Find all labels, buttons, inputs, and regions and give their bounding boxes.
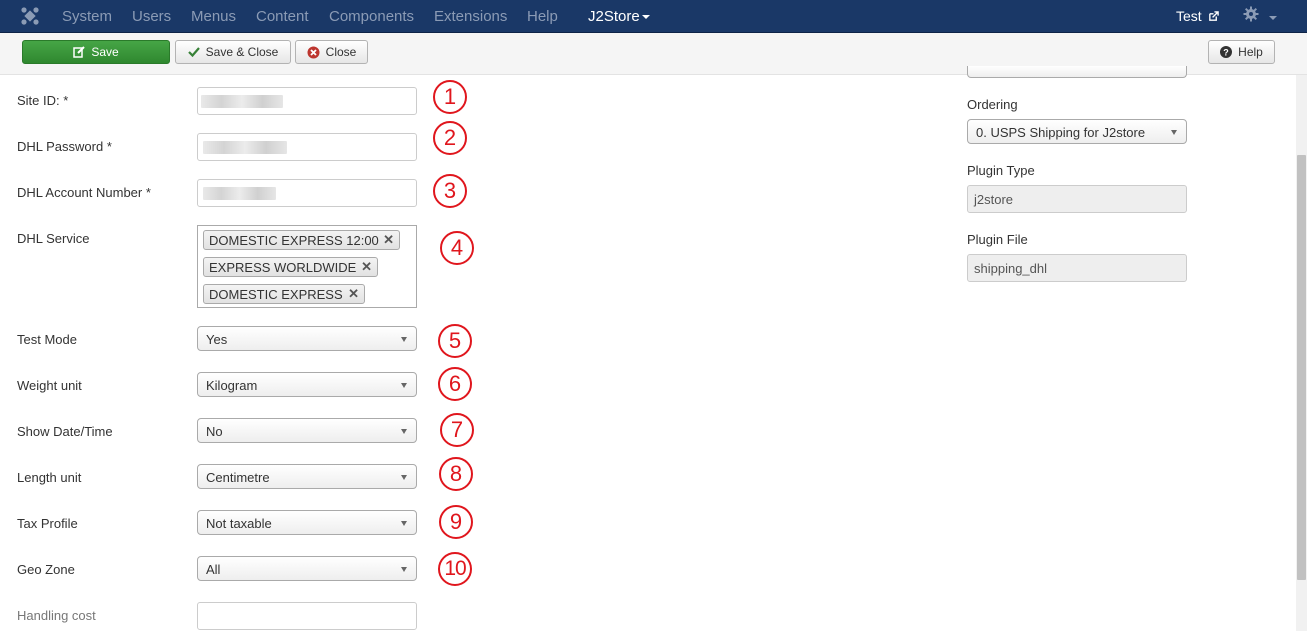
callout-badge: 3 <box>433 174 467 208</box>
scrollbar-thumb[interactable] <box>1297 155 1306 580</box>
select-value: Centimetre <box>206 470 270 485</box>
save-button[interactable]: Save <box>22 40 170 64</box>
plugin-file-field: shipping_dhl <box>967 254 1187 282</box>
status-select-partial[interactable] <box>967 66 1187 78</box>
redacted-value <box>201 95 283 108</box>
close-label: Close <box>325 45 357 59</box>
cancel-icon <box>307 46 320 58</box>
site-id-input[interactable] <box>197 87 417 115</box>
dhl-password-input[interactable] <box>197 133 417 161</box>
chevron-down-icon <box>401 429 407 434</box>
service-chip-label: DOMESTIC EXPRESS 12:00 <box>209 233 379 248</box>
nav-components[interactable]: Components <box>329 8 414 25</box>
nav-help[interactable]: Help <box>527 8 558 25</box>
chevron-down-icon <box>401 337 407 342</box>
chevron-down-icon <box>1171 130 1177 135</box>
length-unit-label: Length unit <box>17 470 82 485</box>
dhl-service-multiselect[interactable]: DOMESTIC EXPRESS 12:00 ✕ EXPRESS WORLDWID… <box>197 225 417 308</box>
tax-profile-select[interactable]: Not taxable <box>197 510 417 535</box>
callout-badge: 7 <box>440 413 474 447</box>
remove-icon[interactable]: ✕ <box>383 232 394 248</box>
weight-unit-label: Weight unit <box>17 378 82 393</box>
geo-zone-select[interactable]: All <box>197 556 417 581</box>
plugin-file-label: Plugin File <box>967 232 1028 247</box>
select-value: Yes <box>206 332 228 347</box>
help-button[interactable]: ? Help <box>1208 40 1275 64</box>
chevron-down-icon <box>401 567 407 572</box>
question-icon: ? <box>1220 46 1233 58</box>
nav-system[interactable]: System <box>62 8 112 25</box>
callout-badge: 10 <box>438 552 472 586</box>
caret-down-icon <box>641 15 650 20</box>
plugin-type-label: Plugin Type <box>967 163 1035 178</box>
dhl-account-label: DHL Account Number * <box>17 185 151 200</box>
test-mode-select[interactable]: Yes <box>197 326 417 351</box>
nav-j2store-label: J2Store <box>588 8 640 25</box>
dhl-password-label: DHL Password * <box>17 139 112 154</box>
select-value: No <box>206 424 223 439</box>
callout-badge: 8 <box>439 457 473 491</box>
remove-icon[interactable]: ✕ <box>361 259 372 275</box>
nav-user-test[interactable]: Test <box>1176 8 1219 24</box>
select-value: All <box>206 562 221 577</box>
tax-profile-label: Tax Profile <box>17 516 78 531</box>
show-datetime-label: Show Date/Time <box>17 424 113 439</box>
redacted-value <box>203 141 287 154</box>
site-id-label: Site ID: * <box>17 93 69 108</box>
dhl-service-label: DHL Service <box>17 231 90 246</box>
callout-badge: 2 <box>433 121 467 155</box>
joomla-logo-icon[interactable] <box>20 6 40 26</box>
service-chip: EXPRESS WORLDWIDE ✕ <box>203 257 378 277</box>
ordering-select[interactable]: 0. USPS Shipping for J2store <box>967 119 1187 144</box>
service-chip: DOMESTIC EXPRESS ✕ <box>203 284 365 304</box>
readonly-value: j2store <box>974 192 1014 207</box>
callout-badge: 6 <box>438 367 472 401</box>
select-value: Not taxable <box>206 516 272 531</box>
show-datetime-select[interactable]: No <box>197 418 417 443</box>
ordering-label: Ordering <box>967 97 1018 112</box>
edit-icon <box>73 46 86 58</box>
select-value: Kilogram <box>206 378 258 393</box>
select-value: 0. USPS Shipping for J2store <box>976 125 1146 140</box>
close-button[interactable]: Close <box>295 40 368 64</box>
save-label: Save <box>91 45 119 59</box>
nav-user-label: Test <box>1176 8 1202 24</box>
gear-icon <box>1243 6 1259 22</box>
settings-menu[interactable] <box>1243 6 1277 25</box>
help-label: Help <box>1238 45 1263 59</box>
chevron-down-icon <box>401 521 407 526</box>
geo-zone-label: Geo Zone <box>17 562 75 577</box>
callout-badge: 5 <box>438 324 472 358</box>
redacted-value <box>203 187 276 200</box>
handling-cost-input[interactable] <box>197 602 417 630</box>
readonly-value: shipping_dhl <box>974 261 1048 276</box>
save-close-label: Save & Close <box>205 45 279 59</box>
service-chip-label: DOMESTIC EXPRESS <box>209 287 343 302</box>
external-link-icon <box>1208 11 1219 21</box>
nav-j2store[interactable]: J2Store <box>588 8 650 25</box>
chevron-down-icon <box>401 475 407 480</box>
chevron-down-icon <box>401 383 407 388</box>
service-chip-label: EXPRESS WORLDWIDE <box>209 260 357 275</box>
save-close-button[interactable]: Save & Close <box>175 40 291 64</box>
caret-down-icon <box>1268 16 1277 21</box>
check-icon <box>187 47 200 58</box>
top-navbar: System Users Menus Content Components Ex… <box>0 0 1307 33</box>
weight-unit-select[interactable]: Kilogram <box>197 372 417 397</box>
nav-content[interactable]: Content <box>256 8 309 25</box>
nav-menus[interactable]: Menus <box>191 8 236 25</box>
plugin-type-field: j2store <box>967 185 1187 213</box>
callout-badge: 9 <box>439 505 473 539</box>
dhl-account-input[interactable] <box>197 179 417 207</box>
service-chip: DOMESTIC EXPRESS 12:00 ✕ <box>203 230 400 250</box>
length-unit-select[interactable]: Centimetre <box>197 464 417 489</box>
nav-users[interactable]: Users <box>132 8 171 25</box>
svg-text:?: ? <box>1223 48 1229 58</box>
nav-extensions[interactable]: Extensions <box>434 8 507 25</box>
callout-badge: 4 <box>440 231 474 265</box>
test-mode-label: Test Mode <box>17 332 77 347</box>
handling-cost-label: Handling cost <box>17 608 96 623</box>
remove-icon[interactable]: ✕ <box>348 286 359 302</box>
callout-badge: 1 <box>433 80 467 114</box>
